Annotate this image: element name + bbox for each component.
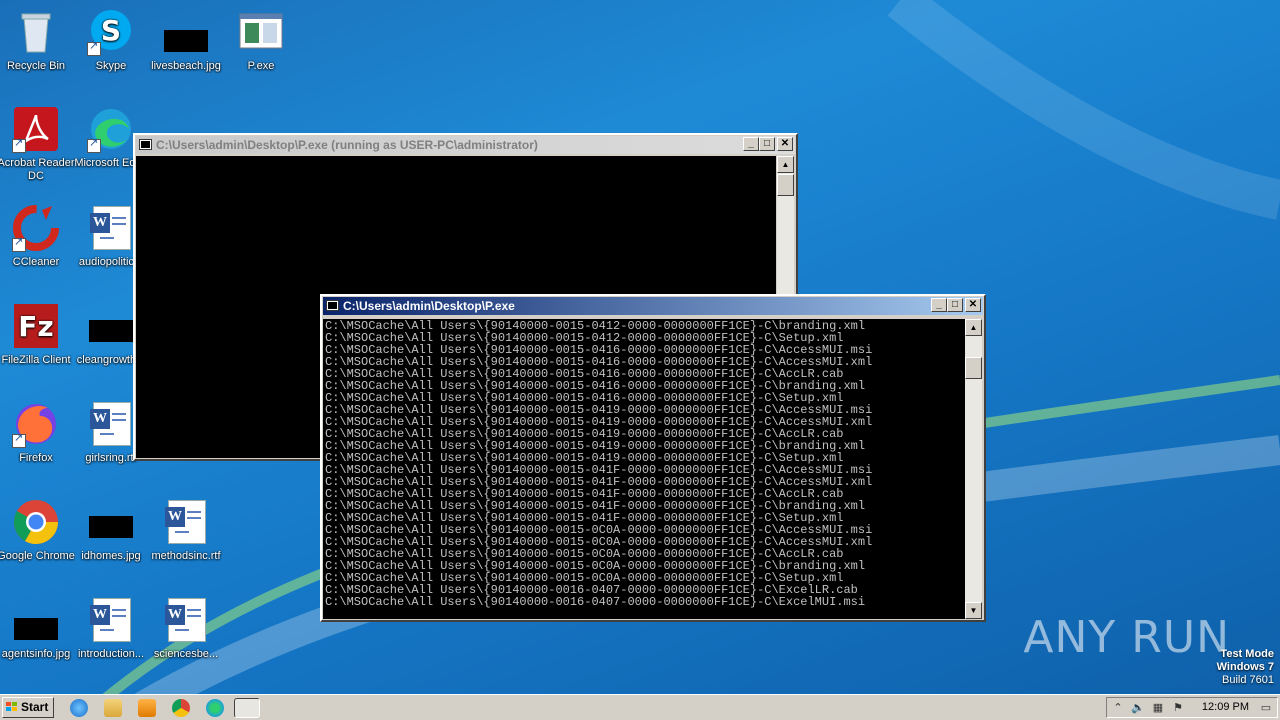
console-app-icon [139, 139, 152, 150]
desktop-icon-label: CCleaner [12, 256, 60, 268]
start-label: Start [21, 700, 49, 714]
desktop-icon-p-exe[interactable]: P.exe [222, 8, 300, 73]
scroll-up-button[interactable]: ▲ [965, 319, 982, 336]
desktop-icon-methodsinc[interactable]: W methodsinc.rtf [147, 498, 225, 563]
scroll-thumb[interactable] [965, 357, 982, 379]
explorer-icon[interactable] [104, 699, 122, 717]
desktop-icon-skype[interactable]: S Skype [72, 8, 150, 73]
console-app-icon [326, 300, 339, 311]
word-document-icon: W [87, 400, 135, 448]
vertical-scrollbar[interactable]: ▲ ▼ [965, 319, 982, 619]
image-file-icon [162, 8, 210, 56]
system-tray: ⌃ 🔈 ▦ ⚑ 12:09 PM ▭ [1106, 697, 1278, 718]
close-button[interactable]: ✕ [777, 137, 793, 151]
desktop-icon-label: Recycle Bin [6, 60, 66, 72]
desktop-icon-label: P.exe [247, 60, 275, 72]
word-document-icon: W [162, 596, 210, 644]
maximize-button[interactable]: □ [947, 298, 963, 312]
filezilla-icon: Fz [12, 302, 60, 350]
word-document-icon: W [87, 204, 135, 252]
word-document-icon: W [162, 498, 210, 546]
scroll-thumb[interactable] [777, 174, 794, 196]
skype-icon: S [87, 8, 135, 56]
desktop-icon-label: idhomes.jpg [81, 550, 141, 562]
desktop-icon-label: Acrobat Reader DC [0, 157, 75, 182]
desktop-icon-label: livesbeach.jpg [151, 60, 221, 72]
desktop-icon-acrobat[interactable]: Acrobat Reader DC [0, 105, 75, 183]
word-document-icon: W [87, 596, 135, 644]
show-desktop-icon[interactable]: ▭ [1259, 701, 1273, 715]
ccleaner-icon [12, 204, 60, 252]
firefox-icon [12, 400, 60, 448]
start-button[interactable]: Start [2, 697, 54, 718]
edge-taskbar-icon[interactable] [206, 699, 224, 717]
desktop-icon-label: introduction... [77, 648, 145, 660]
ie-icon[interactable] [70, 699, 88, 717]
exe-file-icon [237, 8, 285, 56]
close-button[interactable]: ✕ [965, 298, 981, 312]
desktop-icon-recycle-bin[interactable]: Recycle Bin [0, 8, 75, 73]
desktop-icon-label: FileZilla Client [1, 354, 71, 366]
test-mode-notice: Test Mode Windows 7 Build 7601 [1217, 648, 1274, 687]
window-title: C:\Users\admin\Desktop\P.exe (running as… [156, 138, 538, 152]
minimize-button[interactable]: _ [743, 137, 759, 151]
desktop-icon-idhomes[interactable]: idhomes.jpg [72, 498, 150, 563]
minimize-button[interactable]: _ [931, 298, 947, 312]
desktop-icon-label: Google Chrome [0, 550, 75, 562]
scroll-up-button[interactable]: ▲ [777, 156, 794, 173]
os-label: Windows 7 [1216, 661, 1274, 673]
chrome-icon [12, 498, 60, 546]
console-window-front[interactable]: C:\Users\admin\Desktop\P.exe _ □ ✕ C:\MS… [320, 294, 986, 622]
scroll-down-button[interactable]: ▼ [965, 602, 982, 619]
window-titlebar[interactable]: C:\Users\admin\Desktop\P.exe (running as… [136, 136, 795, 154]
desktop-icon-label: methodsinc.rtf [151, 550, 221, 562]
desktop-icon-sciencesbe[interactable]: W sciencesbe... [147, 596, 225, 661]
edge-icon [87, 105, 135, 153]
anyrun-watermark: ANY RUN [1023, 612, 1230, 663]
recycle-bin-icon [12, 8, 60, 56]
image-file-icon [87, 302, 135, 350]
media-player-icon[interactable] [138, 699, 156, 717]
desktop-icon-livesbeach[interactable]: livesbeach.jpg [147, 8, 225, 73]
desktop-icon-label: sciencesbe... [153, 648, 219, 660]
svg-text:S: S [101, 14, 121, 47]
taskbar: Start ⌃ 🔈 ▦ ⚑ 12:09 PM ▭ [0, 694, 1280, 720]
console-output: C:\MSOCache\All Users\{90140000-0015-041… [323, 319, 965, 619]
volume-icon[interactable]: 🔈 [1131, 701, 1145, 715]
svg-text:Fz: Fz [18, 310, 53, 343]
window-titlebar[interactable]: C:\Users\admin\Desktop\P.exe _ □ ✕ [323, 297, 983, 315]
desktop-icon-chrome[interactable]: Google Chrome [0, 498, 75, 563]
windows-flag-icon [6, 702, 18, 713]
desktop-icon-label: Firefox [19, 452, 53, 464]
desktop-icon-introduction[interactable]: W introduction... [72, 596, 150, 661]
desktop-icon-ccleaner[interactable]: CCleaner [0, 204, 75, 269]
console-line: C:\MSOCache\All Users\{90140000-0016-040… [325, 595, 866, 609]
network-icon[interactable]: ▦ [1151, 701, 1165, 715]
build-label: Build 7601 [1222, 674, 1274, 686]
desktop-icon-firefox[interactable]: Firefox [0, 400, 75, 465]
tray-expand-icon[interactable]: ⌃ [1111, 701, 1125, 715]
chrome-taskbar-icon[interactable] [172, 699, 190, 717]
desktop-icon-agentsinfo[interactable]: agentsinfo.jpg [0, 596, 75, 661]
console-taskbar-button[interactable] [234, 698, 260, 718]
acrobat-icon [12, 105, 60, 153]
desktop-icon-label: agentsinfo.jpg [1, 648, 71, 660]
action-center-icon[interactable]: ⚑ [1171, 701, 1185, 715]
maximize-button[interactable]: □ [759, 137, 775, 151]
desktop-icon-label: Skype [95, 60, 127, 72]
clock[interactable]: 12:09 PM [1202, 701, 1249, 713]
window-title: C:\Users\admin\Desktop\P.exe [343, 299, 515, 313]
image-file-icon [12, 596, 60, 644]
desktop-icon-filezilla[interactable]: Fz FileZilla Client [0, 302, 75, 367]
test-mode-label: Test Mode [1220, 648, 1274, 660]
image-file-icon [87, 498, 135, 546]
